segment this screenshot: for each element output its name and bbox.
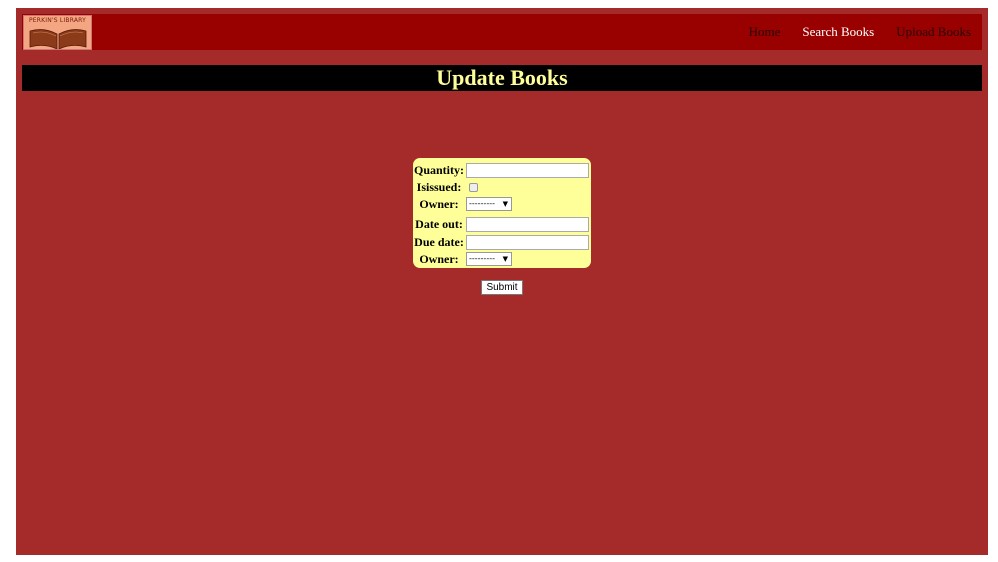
- owner-label-2: Owner:: [419, 252, 459, 266]
- owner-label-1: Owner:: [419, 197, 459, 211]
- dropdown-arrow-icon: ▼: [502, 255, 508, 263]
- owner-select-2-value: ---------: [469, 254, 495, 263]
- isissued-checkbox[interactable]: [469, 183, 478, 192]
- date-out-input[interactable]: [466, 217, 589, 232]
- nav-links: Home Search Books Upload Books: [738, 14, 982, 50]
- date-out-label: Date out:: [415, 217, 463, 231]
- owner-select-1-value: ---------: [469, 199, 495, 208]
- open-book-icon: [29, 29, 87, 49]
- nav-upload-books-link[interactable]: Upload Books: [896, 24, 971, 40]
- title-bar: Update Books: [22, 65, 982, 91]
- due-date-input[interactable]: [466, 235, 589, 250]
- logo-text: PERKIN'S LIBRARY: [28, 17, 87, 24]
- update-book-form: Quantity: Isissued: Owner: --------- ▼ D…: [413, 158, 591, 268]
- library-logo[interactable]: PERKIN'S LIBRARY: [23, 15, 92, 50]
- quantity-input[interactable]: [466, 163, 589, 178]
- nav-home-link[interactable]: Home: [749, 24, 781, 40]
- dropdown-arrow-icon: ▼: [502, 200, 508, 208]
- owner-select-1[interactable]: --------- ▼: [466, 197, 512, 211]
- isissued-label: Isissued:: [416, 180, 462, 194]
- page-body: PERKIN'S LIBRARY Home Search Books Uploa…: [16, 8, 988, 555]
- quantity-label: Quantity:: [413, 163, 464, 177]
- navbar: PERKIN'S LIBRARY Home Search Books Uploa…: [22, 14, 982, 50]
- nav-search-books-link[interactable]: Search Books: [802, 24, 874, 40]
- submit-button[interactable]: Submit: [481, 280, 523, 295]
- due-date-label: Due date:: [414, 235, 464, 249]
- page-title: Update Books: [436, 65, 568, 90]
- owner-select-2[interactable]: --------- ▼: [466, 252, 512, 266]
